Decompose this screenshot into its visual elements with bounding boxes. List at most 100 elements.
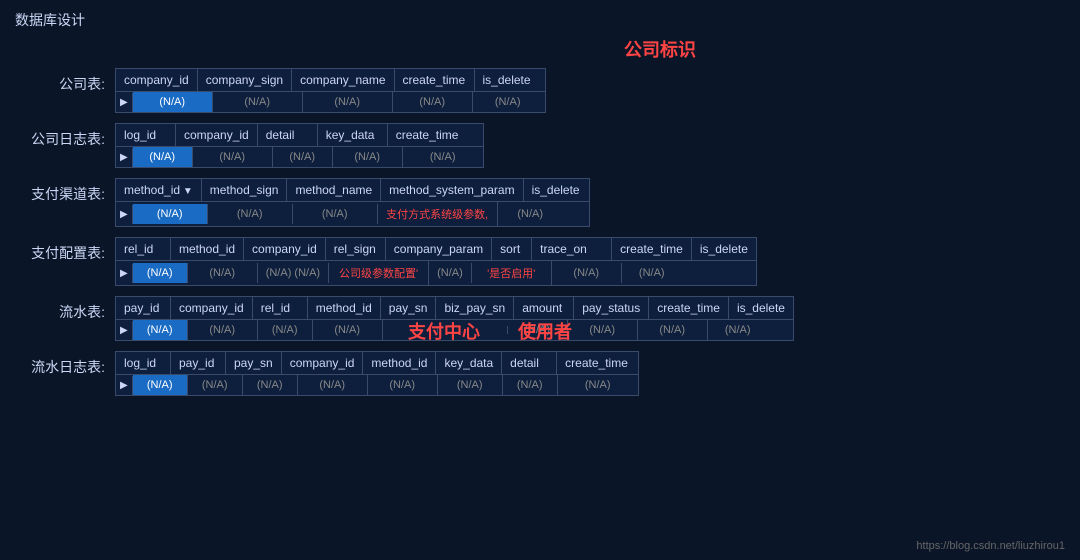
body-col-2: (N/A) (N/A) (258, 263, 329, 283)
col-trace-on: trace_on (532, 238, 612, 260)
col-method-id: method_id (308, 297, 381, 319)
body-col-4: 公司级参数配置' (329, 261, 429, 285)
footer-link: https://blog.csdn.net/liuzhirou1 (916, 540, 1065, 552)
body-col-6: (N/A) (503, 375, 558, 395)
body-col-3: 支付方式系统级参数, (378, 202, 498, 226)
company-table-body: ▶ (N/A) (N/A) (N/A) (N/A) (N/A) (116, 92, 545, 112)
body-col-2: (N/A) (293, 204, 378, 224)
col-create-time: create_time (557, 352, 637, 374)
page-title: 数据库设计 (0, 0, 1080, 36)
col-is-delete: is_delete (475, 69, 545, 91)
body-col-1: (N/A) (213, 92, 303, 112)
payment-channel-body: ▶ (N/A) (N/A) (N/A) 支付方式系统级参数, (N/A) (116, 202, 589, 226)
col-pay-id: pay_id (171, 352, 226, 374)
payment-config-header: rel_id method_id company_id rel_sign com… (116, 238, 756, 261)
col-rel-sign: rel_sign (326, 238, 386, 260)
col-company-id: company_id (116, 69, 198, 91)
payment-config-table-row: 支付配置表: rel_id method_id company_id rel_s… (15, 237, 1065, 286)
body-col-7: (N/A) (558, 375, 638, 395)
payment-config-label: 支付配置表: (15, 237, 115, 263)
col-rel-id: rel_id (253, 297, 308, 319)
col-company-name: company_name (292, 69, 394, 91)
col-pay-sn: pay_sn (226, 352, 282, 374)
body-col-0: (N/A) (133, 147, 193, 167)
body-col-4: (N/A) (368, 375, 438, 395)
body-col-7: (N/A) (568, 320, 638, 340)
col-biz-pay-sn: biz_pay_sn (436, 297, 514, 319)
col-create-time: create_time (612, 238, 692, 260)
col-is-delete: is_delete (692, 238, 756, 260)
company-table-label: 公司表: (15, 68, 115, 94)
body-col-0: (N/A) (133, 375, 188, 395)
body-col-3: (N/A) (393, 92, 473, 112)
body-col-2: (N/A) (243, 375, 298, 395)
company-log-table: log_id company_id detail key_data create… (115, 123, 484, 168)
body-col-8: (N/A) (638, 320, 708, 340)
body-col-2: (N/A) (303, 92, 393, 112)
col-method-id: method_id (116, 179, 202, 201)
col-sort: sort (492, 238, 532, 260)
col-pay-sn: pay_sn (381, 297, 437, 319)
body-col-1: (N/A) (193, 147, 273, 167)
col-create-time: create_time (395, 69, 475, 91)
flow-table-label: 流水表: (15, 296, 115, 322)
company-log-label: 公司日志表: (15, 123, 115, 149)
flow-log-table: log_id pay_id pay_sn company_id method_i… (115, 351, 639, 396)
col-method-id: method_id (171, 238, 244, 260)
company-table-header: company_id company_sign company_name cre… (116, 69, 545, 92)
col-create-time: create_time (388, 124, 468, 146)
col-company-sign: company_sign (198, 69, 292, 91)
col-detail: detail (502, 352, 557, 374)
company-table-row: 公司表: company_id company_sign company_nam… (15, 68, 1065, 113)
col-create-time: create_time (649, 297, 729, 319)
body-col-1: (N/A) (188, 375, 243, 395)
body-col-1: (N/A) (188, 263, 258, 283)
company-table: company_id company_sign company_name cre… (115, 68, 546, 113)
body-col-0: (N/A) (133, 263, 188, 283)
row-arrow: ▶ (116, 264, 133, 283)
col-log-id: log_id (116, 124, 176, 146)
col-key-data: key_data (318, 124, 388, 146)
col-pay-status: pay_status (574, 297, 649, 319)
company-label: 公司标识 (240, 36, 1080, 62)
body-col-3: (N/A) (313, 320, 383, 340)
body-col-2: (N/A) (258, 320, 313, 340)
payment-channel-header: method_id method_sign method_name method… (116, 179, 589, 202)
body-col-9: (N/A) (708, 320, 768, 340)
col-method-id: method_id (363, 352, 436, 374)
body-col-4: (N/A) (473, 92, 543, 112)
flow-log-table-row: 流水日志表: log_id pay_id pay_sn company_id m… (15, 351, 1065, 396)
col-detail: detail (258, 124, 318, 146)
payment-channel-table-row: 支付渠道表: method_id method_sign method_name… (15, 178, 1065, 227)
body-col-4: (N/A) (498, 204, 563, 224)
body-col-1: (N/A) (188, 320, 258, 340)
flow-table-row: 流水表: pay_id company_id rel_id method_id … (15, 296, 1065, 341)
col-amount: amount (514, 297, 574, 319)
row-arrow: ▶ (116, 205, 133, 224)
col-company-id: company_id (282, 352, 364, 374)
company-log-table-row: 公司日志表: log_id company_id detail key_data… (15, 123, 1065, 168)
body-col-2: (N/A) (273, 147, 333, 167)
body-col-6: '是否启用' (472, 261, 552, 285)
flow-table-header: pay_id company_id rel_id method_id pay_s… (116, 297, 793, 320)
row-arrow: ▶ (116, 93, 133, 112)
row-arrow: ▶ (116, 321, 133, 340)
payment-channel-label: 支付渠道表: (15, 178, 115, 204)
body-col-5: (N/A) (438, 375, 503, 395)
col-is-delete: is_delete (524, 179, 589, 201)
row-arrow: ▶ (116, 148, 133, 167)
body-col-4: (N/A) (403, 147, 483, 167)
col-method-sign: method_sign (202, 179, 288, 201)
user-overlay: 使用者 (518, 318, 572, 344)
flow-log-label: 流水日志表: (15, 351, 115, 377)
flow-log-body: ▶ (N/A) (N/A) (N/A) (N/A) (N/A) (N/A) (N… (116, 375, 638, 395)
company-log-body: ▶ (N/A) (N/A) (N/A) (N/A) (N/A) (116, 147, 483, 167)
pay-center-overlay: 支付中心 (408, 318, 480, 344)
col-company-id: company_id (176, 124, 258, 146)
col-method-name: method_name (287, 179, 381, 201)
payment-config-table: rel_id method_id company_id rel_sign com… (115, 237, 757, 286)
col-company-id: company_id (244, 238, 326, 260)
company-log-header: log_id company_id detail key_data create… (116, 124, 483, 147)
body-col-5: (N/A) (429, 263, 472, 283)
body-col-1: (N/A) (208, 204, 293, 224)
